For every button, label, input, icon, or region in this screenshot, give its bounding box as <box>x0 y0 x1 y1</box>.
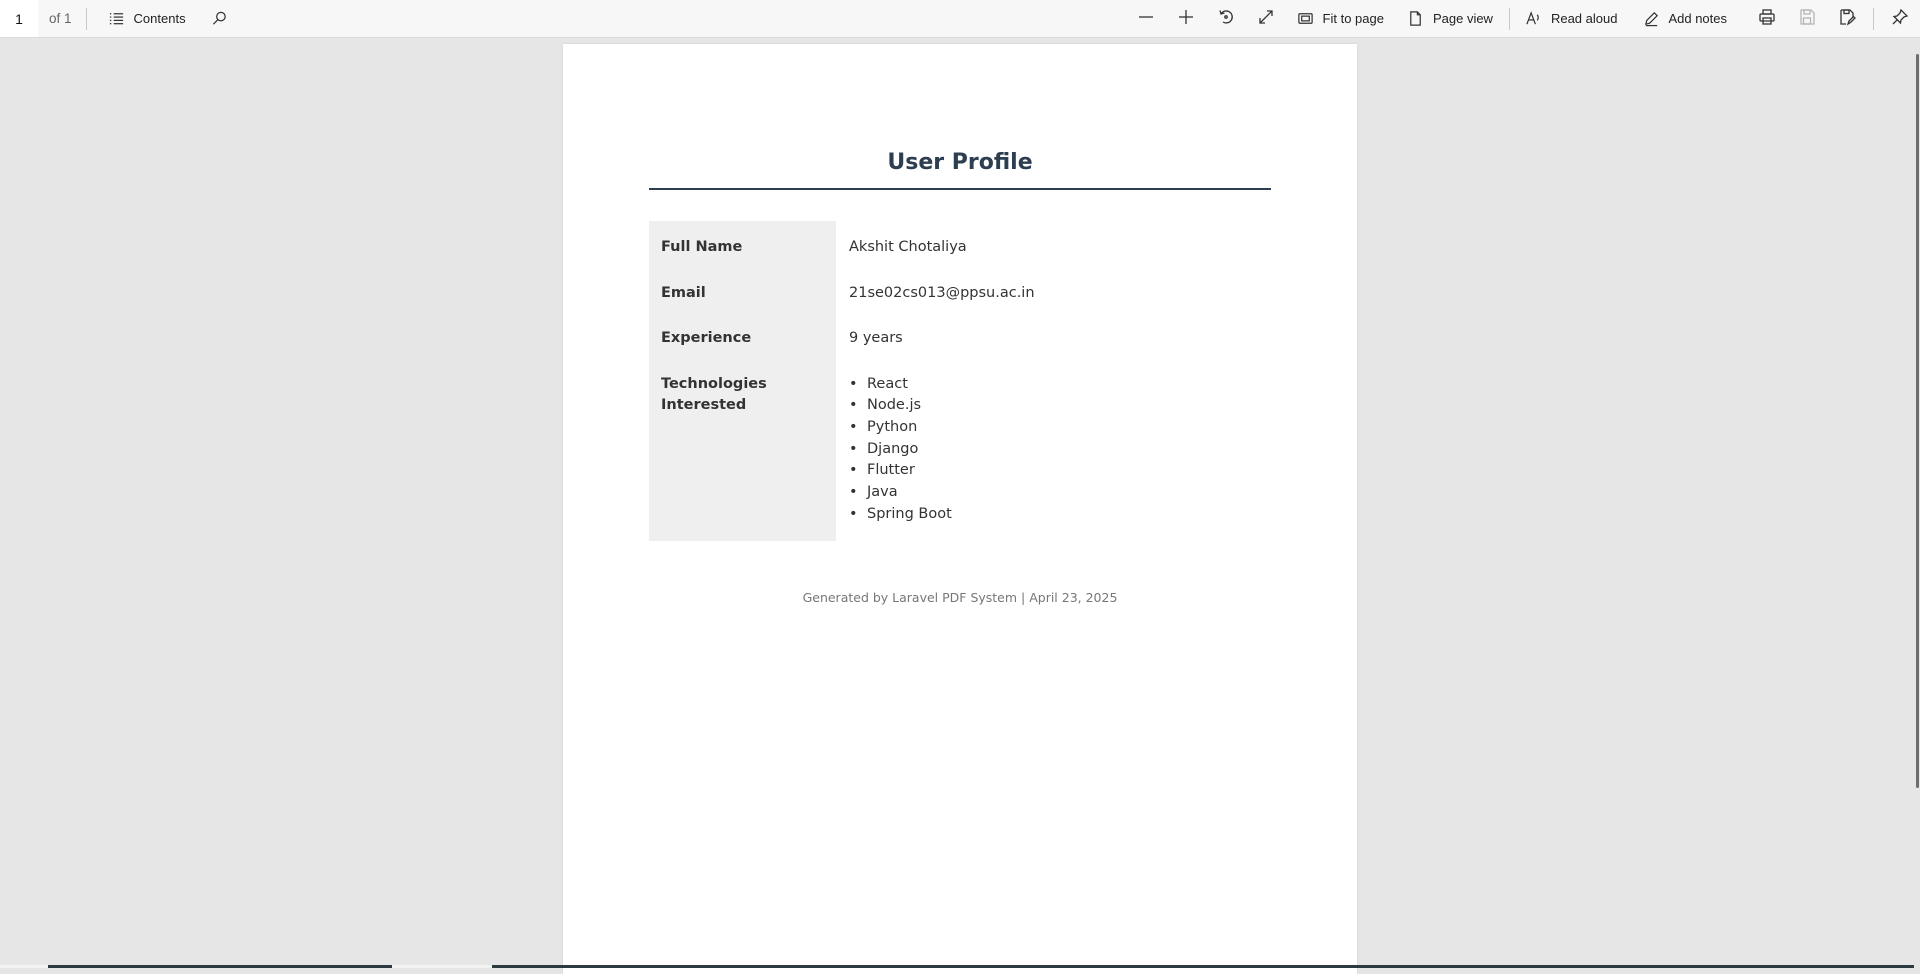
list-item: •Flutter <box>849 460 1259 482</box>
zoom-in-button[interactable] <box>1166 0 1206 37</box>
save-button[interactable] <box>1787 0 1827 37</box>
page-number-value: 1 <box>15 11 23 27</box>
list-item: •Java <box>849 482 1259 504</box>
toolbar-divider <box>1509 8 1510 30</box>
zoom-out-icon <box>1137 8 1155 29</box>
row-label: Experience <box>649 312 836 358</box>
fullscreen-button[interactable] <box>1246 0 1286 37</box>
technology-name: Java <box>867 484 898 500</box>
list-item: •React <box>849 374 1259 396</box>
print-button[interactable] <box>1747 0 1787 37</box>
page-view-icon <box>1406 9 1426 29</box>
row-value: •React •Node.js •Python •Django •Flutter… <box>836 358 1271 542</box>
fit-to-page-label: Fit to page <box>1323 11 1384 26</box>
list-item: •Spring Boot <box>849 504 1259 526</box>
add-notes-icon <box>1641 9 1661 29</box>
vertical-scrollbar[interactable] <box>1914 38 1920 968</box>
row-label: Technologies Interested <box>649 358 836 542</box>
row-label: Email <box>649 267 836 313</box>
technology-name: Spring Boot <box>867 506 952 522</box>
zoom-in-icon <box>1177 8 1195 29</box>
contents-label: Contents <box>134 11 186 26</box>
rotate-icon <box>1217 8 1235 29</box>
title-underline <box>649 188 1271 190</box>
table-row: Technologies Interested •React •Node.js … <box>649 358 1271 542</box>
save-icon <box>1798 8 1816 29</box>
toolbar-divider <box>86 8 87 30</box>
read-aloud-button[interactable]: Read aloud <box>1518 4 1624 34</box>
list-item: •Node.js <box>849 395 1259 417</box>
page-footer: Generated by Laravel PDF System | April … <box>649 590 1271 605</box>
fit-to-page-button[interactable]: Fit to page <box>1290 4 1390 34</box>
contents-button[interactable]: Contents <box>101 4 192 34</box>
table-row: Full Name Akshit Chotaliya <box>649 221 1271 267</box>
document-viewer[interactable]: User Profile Full Name Akshit Chotaliya … <box>0 38 1914 968</box>
technology-name: Django <box>867 441 918 457</box>
add-notes-button[interactable]: Add notes <box>1635 4 1733 34</box>
page-view-button[interactable]: Page view <box>1400 4 1499 34</box>
search-icon <box>210 9 230 29</box>
toolbar-divider <box>1873 8 1874 30</box>
technology-name: Node.js <box>867 397 921 413</box>
table-row: Experience 9 years <box>649 312 1271 358</box>
technology-name: Python <box>867 419 917 435</box>
page-number-input[interactable]: 1 <box>0 0 38 37</box>
technologies-list: •React •Node.js •Python •Django •Flutter… <box>849 374 1259 526</box>
toolbar-right-group: Fit to page Page view Read aloud Add not… <box>1126 0 1920 37</box>
zoom-out-button[interactable] <box>1126 0 1166 37</box>
fit-to-page-icon <box>1296 9 1316 29</box>
technology-name: Flutter <box>867 462 915 478</box>
scrollbar-thumb[interactable] <box>1916 54 1919 788</box>
page-view-label: Page view <box>1433 11 1493 26</box>
technology-name: React <box>867 376 908 392</box>
pdf-toolbar: 1 of 1 Contents Fit to page P <box>0 0 1920 38</box>
table-row: Email 21se02cs013@ppsu.ac.in <box>649 267 1271 313</box>
save-as-icon <box>1838 8 1856 29</box>
search-button[interactable] <box>204 4 236 34</box>
row-label: Full Name <box>649 221 836 267</box>
save-as-button[interactable] <box>1827 0 1867 37</box>
page-title: User Profile <box>649 150 1271 175</box>
row-value: 21se02cs013@ppsu.ac.in <box>836 267 1271 313</box>
print-icon <box>1758 8 1776 29</box>
profile-table: Full Name Akshit Chotaliya Email 21se02c… <box>649 221 1271 541</box>
row-value: Akshit Chotaliya <box>836 221 1271 267</box>
pin-toolbar-button[interactable] <box>1880 0 1920 37</box>
read-aloud-icon <box>1524 9 1544 29</box>
add-notes-label: Add notes <box>1668 11 1727 26</box>
page-count: of 1 <box>49 11 72 26</box>
row-value: 9 years <box>836 312 1271 358</box>
rotate-button[interactable] <box>1206 0 1246 37</box>
pdf-page: User Profile Full Name Akshit Chotaliya … <box>563 44 1357 974</box>
list-item: •Django <box>849 439 1259 461</box>
contents-icon <box>107 9 127 29</box>
list-item: •Python <box>849 417 1259 439</box>
fullscreen-icon <box>1257 8 1275 29</box>
read-aloud-label: Read aloud <box>1551 11 1618 26</box>
pin-icon <box>1891 8 1909 29</box>
